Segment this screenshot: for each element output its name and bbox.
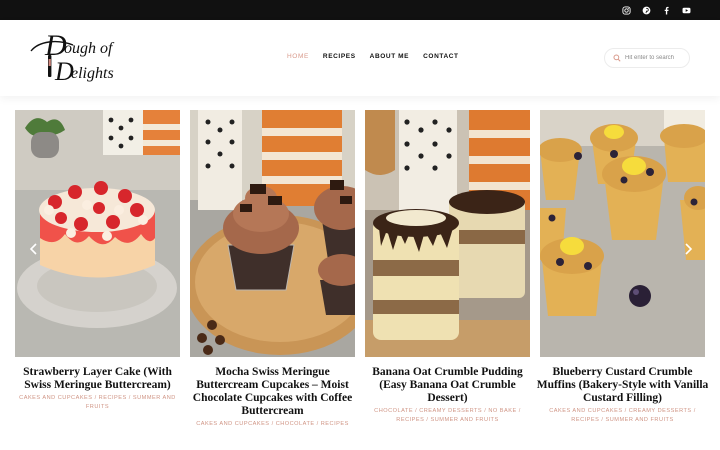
carousel-next-button[interactable]: [682, 242, 694, 256]
recipe-card-categories[interactable]: CAKES AND CUPCAKES / CREAMY DESSERTS / R…: [542, 407, 703, 425]
carousel-prev-button[interactable]: [27, 242, 39, 256]
recipe-card-categories[interactable]: CAKES AND CUPCAKES / CHOCOLATE / RECIPES: [192, 420, 353, 429]
search-box: [604, 48, 691, 68]
nav-contact-link[interactable]: CONTACT: [423, 53, 459, 60]
recipe-card-title[interactable]: Mocha Swiss Meringue Buttercream Cupcake…: [186, 366, 359, 418]
search-input[interactable]: [625, 55, 691, 61]
site-header: D ough of D elights HOME RECIPES ABOUT M…: [0, 20, 720, 96]
chevron-left-icon: [29, 243, 37, 255]
recipe-card-image[interactable]: [540, 110, 705, 357]
top-bar: [0, 0, 720, 20]
recipe-card-title[interactable]: Banana Oat Crumble Pudding (Easy Banana …: [361, 366, 534, 405]
recipe-card-title[interactable]: Strawberry Layer Cake (With Swiss Mering…: [11, 366, 184, 392]
svg-text:elights: elights: [71, 65, 114, 82]
facebook-icon[interactable]: [660, 4, 672, 16]
main-nav: HOME RECIPES ABOUT ME CONTACT: [287, 53, 459, 60]
recipe-card-title[interactable]: Blueberry Custard Crumble Muffins (Baker…: [536, 366, 709, 405]
recipe-card-image[interactable]: [190, 110, 355, 357]
site-logo[interactable]: D ough of D elights: [27, 25, 132, 89]
recipe-card-categories[interactable]: CAKES AND CUPCAKES / RECIPES / SUMMER AN…: [17, 394, 178, 412]
search-icon: [613, 54, 621, 62]
nav-home-link[interactable]: HOME: [287, 53, 309, 60]
nav-recipes-link[interactable]: RECIPES: [323, 53, 356, 60]
svg-text:ough of: ough of: [64, 40, 115, 57]
recipe-card-categories[interactable]: CHOCOLATE / CREAMY DESSERTS / NO BAKE / …: [367, 407, 528, 425]
recipe-card-image[interactable]: [365, 110, 530, 357]
recipe-card-image[interactable]: [15, 110, 180, 357]
instagram-icon[interactable]: [620, 4, 632, 16]
pinterest-icon[interactable]: [640, 4, 652, 16]
youtube-icon[interactable]: [680, 4, 692, 16]
chevron-right-icon: [684, 243, 692, 255]
nav-about-link[interactable]: ABOUT ME: [370, 53, 409, 60]
